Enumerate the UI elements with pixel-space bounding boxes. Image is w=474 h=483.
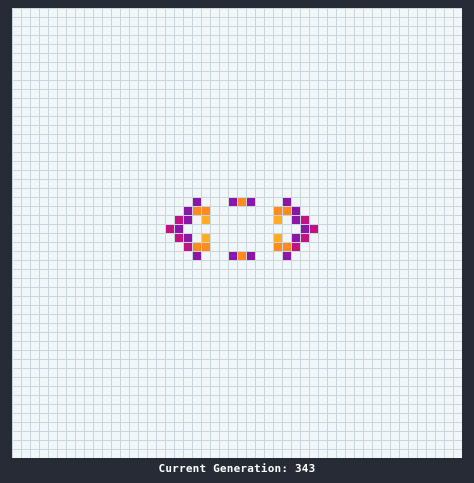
live-cell[interactable] bbox=[166, 225, 174, 233]
live-cell[interactable] bbox=[202, 243, 210, 251]
live-cell[interactable] bbox=[274, 216, 282, 224]
live-cell[interactable] bbox=[202, 216, 210, 224]
live-cell[interactable] bbox=[274, 207, 282, 215]
live-cell[interactable] bbox=[292, 207, 300, 215]
live-cell[interactable] bbox=[238, 252, 246, 260]
generation-counter: Current Generation: 343 bbox=[158, 462, 316, 475]
live-cell[interactable] bbox=[292, 243, 300, 251]
live-cell[interactable] bbox=[292, 234, 300, 242]
live-cell[interactable] bbox=[274, 234, 282, 242]
live-cell[interactable] bbox=[193, 252, 201, 260]
live-cell[interactable] bbox=[229, 198, 237, 206]
live-cell[interactable] bbox=[247, 252, 255, 260]
game-of-life-window: Current Generation: 343 bbox=[0, 0, 474, 483]
live-cell[interactable] bbox=[283, 198, 291, 206]
live-cell[interactable] bbox=[301, 216, 309, 224]
live-cell[interactable] bbox=[184, 243, 192, 251]
live-cell[interactable] bbox=[193, 198, 201, 206]
live-cell[interactable] bbox=[274, 243, 282, 251]
live-cell[interactable] bbox=[184, 216, 192, 224]
game-board[interactable] bbox=[12, 8, 462, 458]
live-cell[interactable] bbox=[202, 207, 210, 215]
live-cell[interactable] bbox=[247, 198, 255, 206]
live-cell[interactable] bbox=[193, 207, 201, 215]
live-cell[interactable] bbox=[301, 234, 309, 242]
live-cell[interactable] bbox=[238, 198, 246, 206]
live-cell[interactable] bbox=[175, 234, 183, 242]
live-cell[interactable] bbox=[301, 225, 309, 233]
live-cell[interactable] bbox=[175, 225, 183, 233]
live-cell[interactable] bbox=[193, 243, 201, 251]
live-cell[interactable] bbox=[310, 225, 318, 233]
live-cell[interactable] bbox=[175, 216, 183, 224]
live-cell[interactable] bbox=[283, 207, 291, 215]
live-cell[interactable] bbox=[283, 243, 291, 251]
live-cell[interactable] bbox=[202, 234, 210, 242]
live-cell[interactable] bbox=[184, 207, 192, 215]
live-cell[interactable] bbox=[292, 216, 300, 224]
live-cell[interactable] bbox=[184, 234, 192, 242]
live-cell[interactable] bbox=[229, 252, 237, 260]
live-cell[interactable] bbox=[283, 252, 291, 260]
